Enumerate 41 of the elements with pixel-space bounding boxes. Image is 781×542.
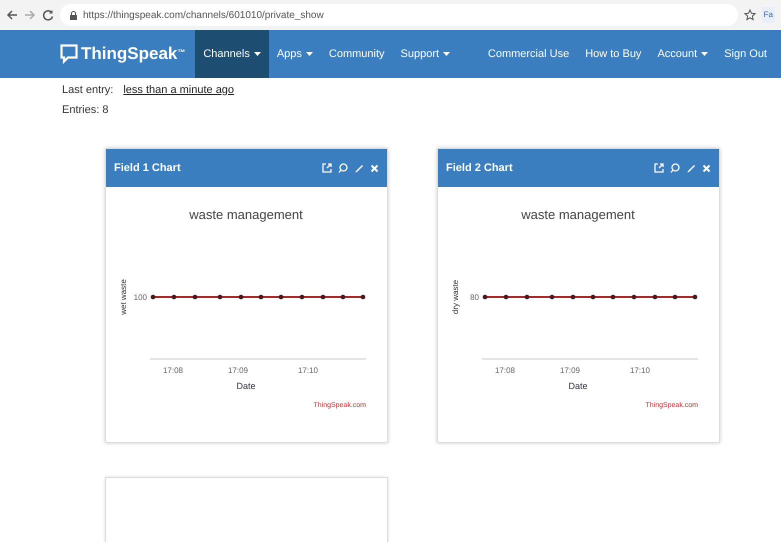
external-link-icon[interactable] (654, 163, 664, 173)
tick-label: 17:10 (298, 366, 318, 375)
reload-icon[interactable] (42, 9, 54, 21)
nav-link[interactable]: Community (320, 30, 393, 78)
nav-link[interactable]: Channels (195, 30, 269, 78)
x-axis-label: Date (568, 381, 588, 391)
close-icon[interactable] (370, 164, 379, 172)
x-axis-label: Date (236, 381, 256, 391)
y-axis-label: wet waste (119, 279, 128, 315)
address-bar[interactable]: https://thingspeak.com/channels/601010/private_show (60, 4, 738, 26)
nav-link[interactable]: Account (649, 30, 716, 78)
pencil-icon[interactable] (354, 163, 364, 173)
card-title: Field 1 Chart (114, 160, 181, 176)
close-icon[interactable] (702, 164, 711, 172)
tick-label: 17:09 (560, 366, 580, 375)
field-label: Last entry: (62, 84, 114, 96)
tick-label: 17:09 (228, 366, 248, 375)
chart-title: waste management (521, 207, 635, 222)
tick-label: 80 (470, 293, 479, 302)
tick-label: 100 (134, 293, 147, 302)
chart-title: waste management (189, 207, 303, 222)
nav-link[interactable]: How to Buy (577, 30, 650, 78)
brand-logo[interactable]: ThingSpeak$^{™}$ (81, 41, 186, 67)
last-entry-link[interactable]: less than a minute ago (123, 84, 234, 96)
lock-icon (70, 10, 77, 20)
tick-label: 17:08 (494, 366, 516, 375)
tick-label: 17:10 (630, 366, 650, 375)
entries-count: Entries: 8 (62, 104, 108, 116)
nav-link[interactable]: Support (392, 30, 458, 78)
y-axis-label: dry waste (451, 280, 460, 314)
extension-button[interactable]: Fa (762, 7, 775, 23)
nav-link[interactable]: Apps (268, 30, 321, 78)
nav-link[interactable]: Commercial Use (480, 30, 578, 78)
card-title: Field 2 Chart (446, 160, 513, 176)
external-link-icon[interactable] (322, 163, 332, 173)
pencil-icon[interactable] (686, 163, 696, 173)
nav-link[interactable]: Sign Out (716, 30, 775, 78)
star-icon[interactable] (744, 9, 756, 21)
speech-bubble-logo-icon (60, 44, 78, 64)
back-icon[interactable] (6, 9, 18, 21)
tick-label: 17:08 (162, 366, 184, 375)
